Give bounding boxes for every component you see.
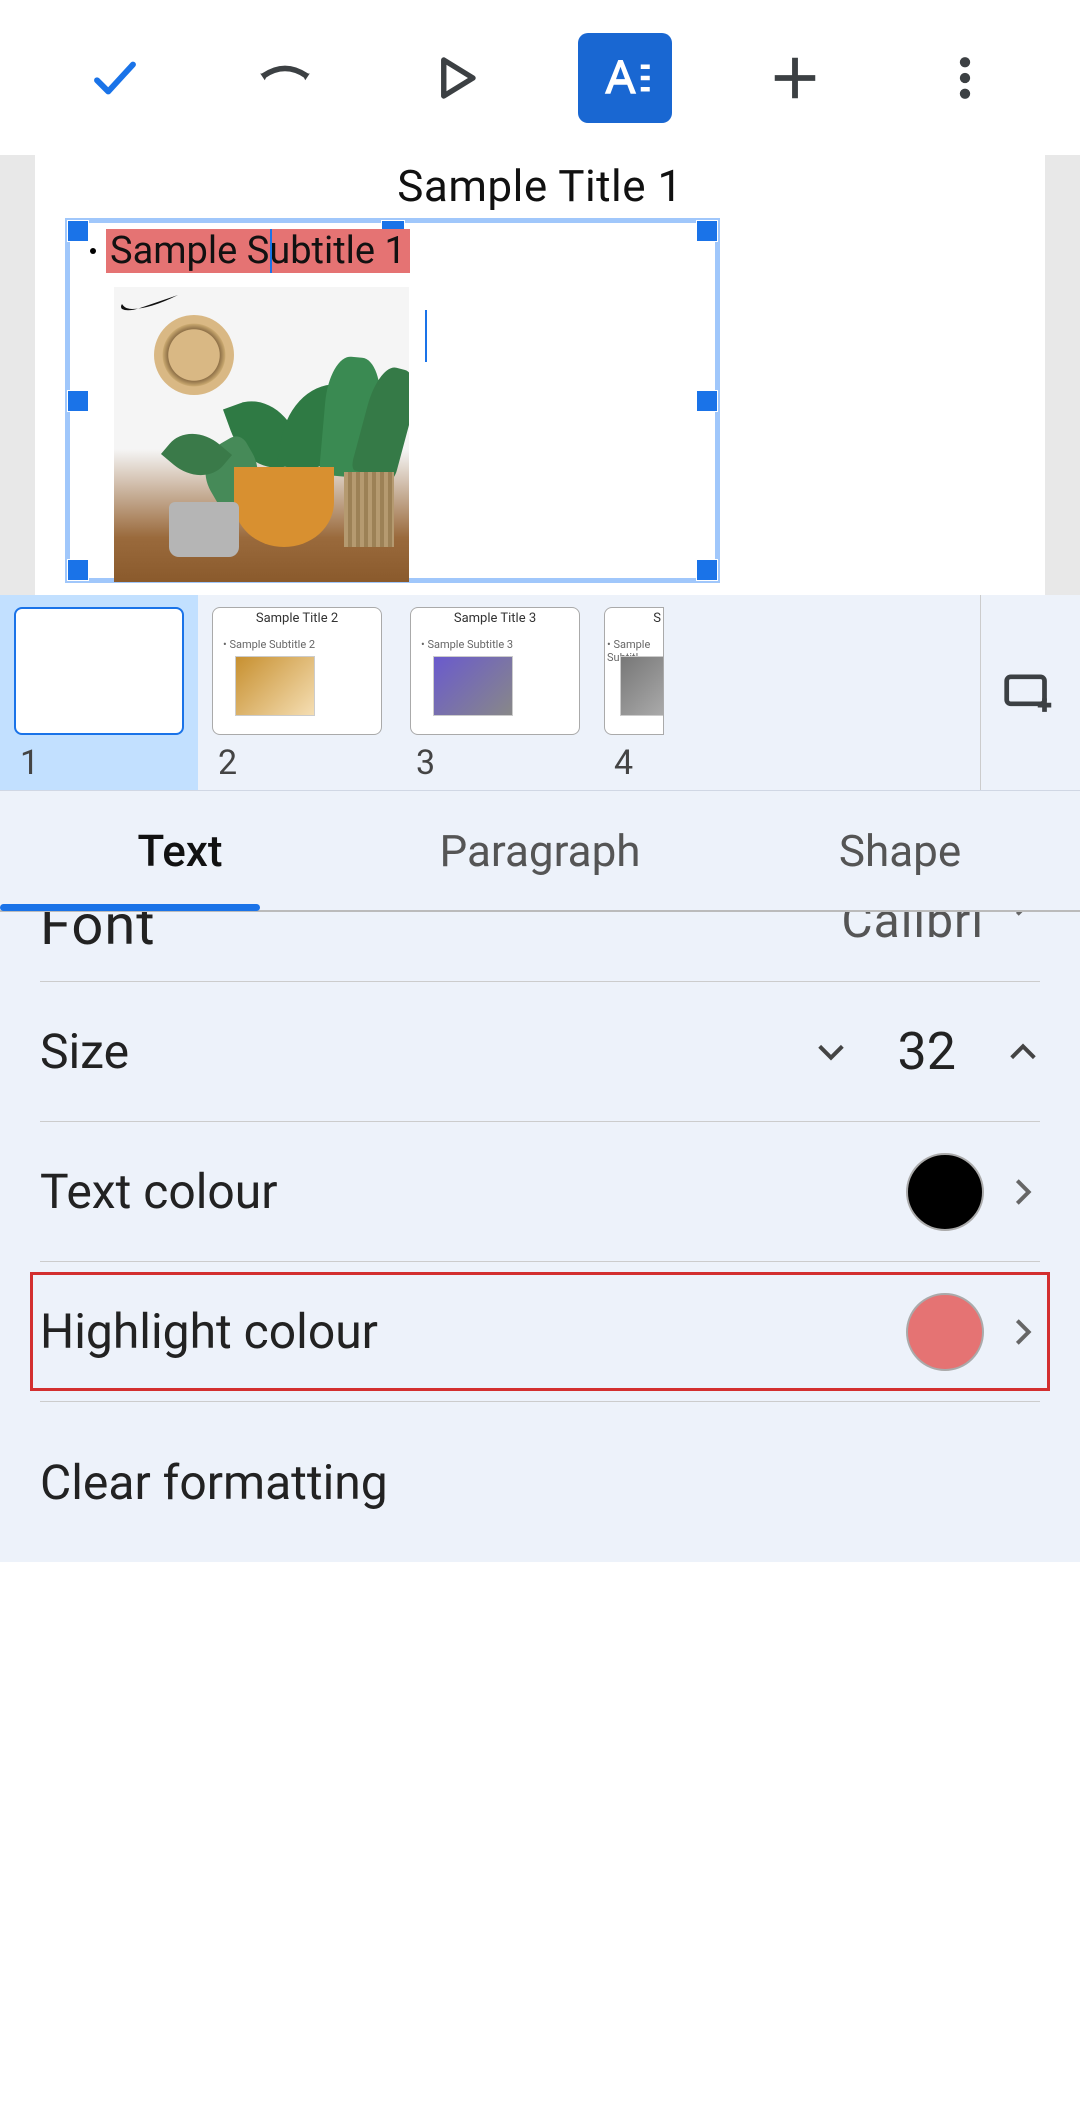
slide-title[interactable]: Sample Title 1 bbox=[35, 160, 1045, 212]
play-button[interactable] bbox=[370, 0, 540, 155]
slide-thumb-3[interactable]: Sample Title 3 Sample Subtitle 3 3 bbox=[396, 595, 594, 790]
plus-icon bbox=[768, 51, 822, 105]
clear-formatting-label: Clear formatting bbox=[40, 1454, 1040, 1511]
top-toolbar bbox=[0, 0, 1080, 155]
slide-thumb-1[interactable]: 1 bbox=[0, 595, 198, 790]
slide-thumbnails: 1 Sample Title 2 Sample Subtitle 2 2 Sam… bbox=[0, 595, 1080, 790]
thumb-number: 1 bbox=[0, 743, 39, 783]
swoosh-icon bbox=[120, 292, 180, 314]
slide-subtitle[interactable]: Sample Subtitle 1 bbox=[106, 229, 410, 273]
font-label: Font bbox=[40, 912, 841, 958]
chevron-right-icon bbox=[1006, 1315, 1040, 1349]
thumb-number: 2 bbox=[198, 743, 237, 783]
thumb-number: 3 bbox=[396, 743, 435, 783]
tab-shape[interactable]: Shape bbox=[720, 791, 1080, 910]
check-icon bbox=[88, 51, 142, 105]
selection-box[interactable]: Sample Subtitle 1 bbox=[65, 218, 720, 583]
more-button[interactable] bbox=[880, 0, 1050, 155]
undo-button[interactable] bbox=[200, 0, 370, 155]
slide-thumb-4[interactable]: S Sample Subtitl 4 bbox=[594, 595, 674, 790]
size-label: Size bbox=[40, 1023, 814, 1080]
format-panel: Font Calibri Size 32 Text colour Highlig… bbox=[0, 910, 1080, 1562]
highlight-colour-label: Highlight colour bbox=[40, 1303, 906, 1360]
thumb-number: 4 bbox=[594, 743, 633, 783]
bullet-icon bbox=[90, 248, 96, 254]
tab-text[interactable]: Text bbox=[0, 791, 360, 910]
text-colour-swatch bbox=[906, 1153, 984, 1231]
more-vert-icon bbox=[938, 51, 992, 105]
format-text-icon bbox=[598, 51, 652, 105]
resize-handle-bl[interactable] bbox=[67, 559, 89, 581]
play-icon bbox=[428, 51, 482, 105]
text-cursor bbox=[270, 229, 272, 273]
tab-indicator bbox=[0, 904, 260, 911]
slide-thumb-2[interactable]: Sample Title 2 Sample Subtitle 2 2 bbox=[198, 595, 396, 790]
font-value: Calibri bbox=[841, 912, 984, 949]
chevron-right-icon bbox=[1006, 1175, 1040, 1209]
add-slide-icon bbox=[1004, 671, 1058, 715]
chevron-right-icon bbox=[1006, 912, 1040, 920]
text-colour-row[interactable]: Text colour bbox=[40, 1122, 1040, 1262]
size-value: 32 bbox=[898, 1021, 956, 1082]
highlight-colour-swatch bbox=[906, 1293, 984, 1371]
resize-handle-tr[interactable] bbox=[696, 220, 718, 242]
resize-handle-ml[interactable] bbox=[67, 390, 89, 412]
clear-formatting-row[interactable]: Clear formatting bbox=[40, 1402, 1040, 1562]
tab-paragraph[interactable]: Paragraph bbox=[360, 791, 720, 910]
chevron-down-icon[interactable] bbox=[814, 1035, 848, 1069]
format-button[interactable] bbox=[540, 0, 710, 155]
text-colour-label: Text colour bbox=[40, 1163, 906, 1220]
add-slide-button[interactable] bbox=[980, 595, 1080, 790]
resize-handle-mr[interactable] bbox=[696, 390, 718, 412]
confirm-button[interactable] bbox=[30, 0, 200, 155]
resize-handle-tl[interactable] bbox=[67, 220, 89, 242]
add-button[interactable] bbox=[710, 0, 880, 155]
chevron-up-icon[interactable] bbox=[1006, 1035, 1040, 1069]
resize-handle-br[interactable] bbox=[696, 559, 718, 581]
highlight-colour-row[interactable]: Highlight colour bbox=[40, 1262, 1040, 1402]
font-row[interactable]: Font Calibri bbox=[40, 912, 1040, 982]
undo-icon bbox=[258, 51, 312, 105]
size-row[interactable]: Size 32 bbox=[40, 982, 1040, 1122]
format-tabs: Text Paragraph Shape bbox=[0, 790, 1080, 910]
slide-image[interactable] bbox=[114, 287, 409, 582]
